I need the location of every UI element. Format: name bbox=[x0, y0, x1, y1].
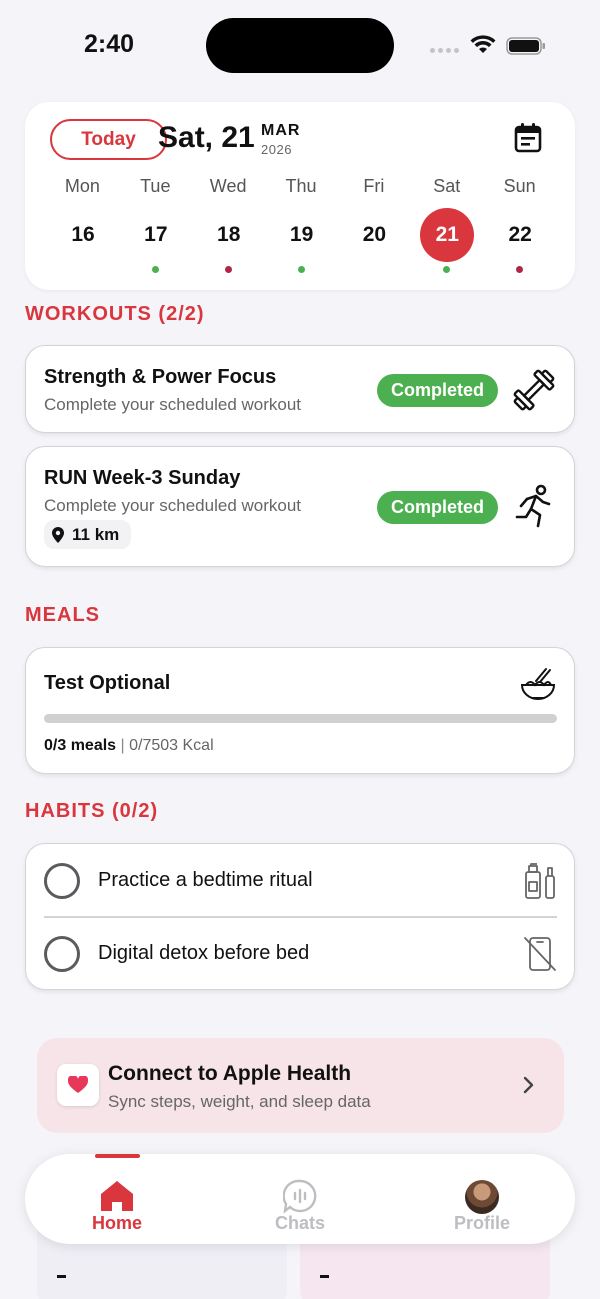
chevron-right-icon bbox=[523, 1076, 534, 1094]
day-number: 22 bbox=[508, 223, 532, 246]
tab-label: Chats bbox=[274, 1213, 325, 1233]
summary-value bbox=[320, 1275, 329, 1278]
home-icon bbox=[101, 1181, 133, 1211]
status-bar: 2:40 bbox=[0, 0, 600, 90]
workout-card[interactable]: RUN Week-3 Sunday Complete your schedule… bbox=[25, 446, 575, 567]
apple-health-subtitle: Sync steps, weight, and sleep data bbox=[108, 1092, 371, 1111]
status-dot bbox=[151, 266, 159, 273]
day-name: Mon bbox=[64, 176, 100, 196]
day-name: Wed bbox=[209, 176, 247, 196]
battery-icon bbox=[506, 37, 545, 55]
workout-title: Strength & Power Focus bbox=[44, 366, 277, 388]
distance-chip: 11 km bbox=[44, 520, 132, 549]
meal-plan-title: Test Optional bbox=[44, 672, 171, 694]
meal-plan-card[interactable]: Test Optional 0/3 meals | 0/7503 Kcal bbox=[25, 647, 575, 774]
dumbbell-icon bbox=[513, 369, 555, 411]
apple-health-title: Connect to Apple Health bbox=[108, 1062, 352, 1085]
status-badge: Completed bbox=[377, 374, 498, 407]
meals-section-title: MEALS bbox=[25, 604, 100, 626]
workout-subtitle: Complete your scheduled workout bbox=[44, 395, 302, 414]
day-name: Sun bbox=[503, 176, 536, 196]
wifi-icon bbox=[470, 35, 496, 53]
selected-date: Sat, 21 bbox=[158, 121, 255, 154]
calendar-icon[interactable] bbox=[513, 122, 543, 154]
day-wed[interactable]: Wed 18 bbox=[192, 176, 265, 276]
cellular-signal-icon bbox=[430, 48, 459, 53]
meals-count: 0/3 meals bbox=[44, 737, 117, 754]
toiletries-icon bbox=[525, 863, 555, 899]
stats-separator: | bbox=[120, 737, 125, 754]
habit-checkbox[interactable] bbox=[44, 863, 80, 899]
status-badge: Completed bbox=[377, 491, 498, 524]
day-name: Fri bbox=[363, 176, 385, 196]
workout-card[interactable]: Strength & Power Focus Complete your sch… bbox=[25, 345, 575, 433]
apple-health-banner[interactable]: Connect to Apple Health Sync steps, weig… bbox=[37, 1038, 564, 1133]
day-number: 20 bbox=[362, 223, 387, 246]
heart-icon bbox=[57, 1064, 99, 1106]
day-tue[interactable]: Tue 17 bbox=[119, 176, 192, 276]
habit-label: Practice a bedtime ritual bbox=[98, 869, 313, 891]
day-name: Sat bbox=[433, 176, 461, 196]
habits-card: Practice a bedtime ritual Digital detox … bbox=[25, 843, 575, 990]
week-days: Mon 16 Tue 17 Wed 18 Thu 19 Fri 20 Sat 2… bbox=[46, 176, 556, 276]
calendar-month: MAR bbox=[261, 122, 301, 139]
habit-checkbox[interactable] bbox=[44, 936, 80, 972]
status-dot bbox=[297, 266, 305, 273]
day-number: 17 bbox=[144, 223, 168, 246]
dynamic-island bbox=[206, 18, 394, 73]
day-number: 16 bbox=[71, 223, 95, 246]
day-number: 19 bbox=[289, 223, 314, 246]
meal-stats: 0/3 meals | 0/7503 Kcal bbox=[44, 737, 214, 755]
noodle-bowl-icon bbox=[520, 668, 556, 700]
workouts-section-title: WORKOUTS (2/2) bbox=[25, 303, 205, 325]
calendar-year: 2026 bbox=[261, 142, 292, 157]
status-dot bbox=[516, 266, 524, 273]
status-time: 2:40 bbox=[84, 30, 135, 58]
habit-row[interactable]: Digital detox before bed bbox=[26, 917, 576, 990]
workout-subtitle: Complete your scheduled workout bbox=[44, 496, 302, 515]
tab-profile[interactable]: Profile bbox=[422, 1154, 542, 1244]
day-name: Tue bbox=[140, 176, 171, 196]
day-mon[interactable]: Mon 16 bbox=[46, 176, 119, 276]
habit-label: Digital detox before bed bbox=[98, 942, 310, 964]
habit-row[interactable]: Practice a bedtime ritual bbox=[26, 844, 576, 918]
tab-label: Profile bbox=[453, 1213, 510, 1233]
chat-icon bbox=[283, 1179, 317, 1213]
runner-icon bbox=[515, 484, 551, 528]
habits-section-title: HABITS (0/2) bbox=[25, 800, 159, 822]
week-calendar-card: Today Sat, 21 MAR 2026 Mon 16 Tue 17 Wed… bbox=[25, 102, 575, 290]
tab-chats[interactable]: Chats bbox=[240, 1154, 360, 1244]
day-sat[interactable]: Sat 21 bbox=[410, 176, 483, 276]
bottom-tab-bar: Home Chats Profile bbox=[25, 1154, 575, 1244]
location-pin-icon bbox=[52, 526, 64, 543]
day-number: 21 bbox=[420, 208, 475, 262]
day-number: 18 bbox=[217, 223, 241, 246]
day-fri[interactable]: Fri 20 bbox=[337, 176, 410, 276]
day-thu[interactable]: Thu 19 bbox=[265, 176, 338, 276]
day-name: Thu bbox=[285, 176, 317, 196]
status-dot bbox=[443, 266, 451, 273]
summary-value bbox=[57, 1275, 66, 1278]
today-button[interactable]: Today bbox=[50, 119, 167, 160]
no-phone-icon bbox=[524, 937, 556, 971]
kcal-count: 0/7503 Kcal bbox=[129, 737, 214, 754]
workout-title: RUN Week-3 Sunday bbox=[44, 467, 241, 489]
meal-progress-bar bbox=[44, 714, 557, 723]
tab-label: Home bbox=[91, 1213, 142, 1233]
distance-value: 11 km bbox=[72, 524, 120, 544]
tab-home[interactable]: Home bbox=[57, 1154, 177, 1244]
day-sun[interactable]: Sun 22 bbox=[483, 176, 556, 276]
avatar bbox=[465, 1180, 499, 1214]
status-dot bbox=[224, 266, 232, 273]
